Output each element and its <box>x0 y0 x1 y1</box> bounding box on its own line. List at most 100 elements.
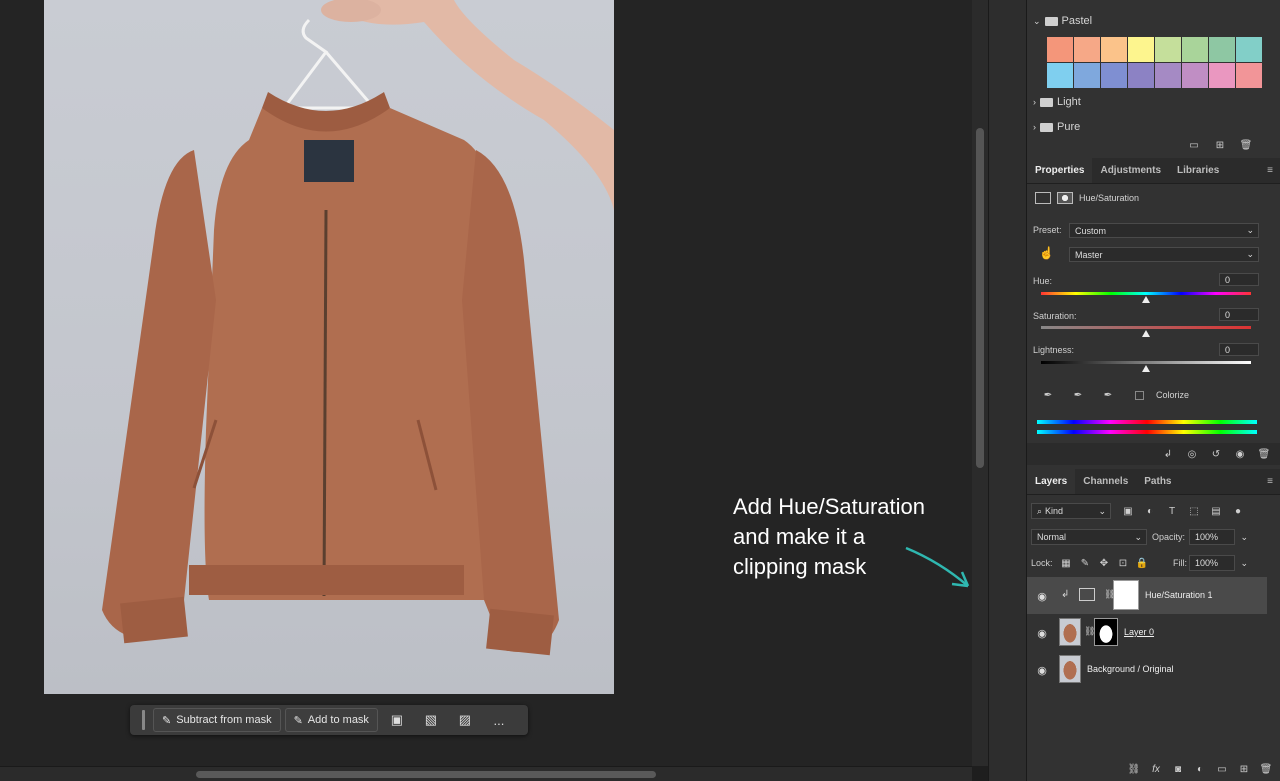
layer-filter-kind-dropdown[interactable]: ⌕ Kind ⌄ <box>1031 503 1111 519</box>
lock-transparency-icon[interactable]: ▦ <box>1057 554 1075 572</box>
visibility-eye-icon[interactable]: ◉ <box>1035 663 1049 677</box>
hue-input[interactable]: 0 <box>1219 273 1259 286</box>
color-swatch[interactable] <box>1182 63 1208 88</box>
layer-mask-icon[interactable] <box>1057 192 1073 204</box>
filter-type-icon[interactable]: T <box>1163 502 1181 520</box>
channel-dropdown[interactable]: Master ⌄ <box>1069 247 1259 262</box>
link-layers-icon[interactable]: ⛓ <box>1125 760 1143 778</box>
new-swatch-icon[interactable]: ⊞ <box>1211 136 1229 154</box>
visibility-eye-icon[interactable]: ◉ <box>1035 626 1049 640</box>
lightness-input[interactable]: 0 <box>1219 343 1259 356</box>
color-swatch[interactable] <box>1128 63 1154 88</box>
fx-icon[interactable]: fx <box>1147 760 1165 778</box>
lock-position-icon[interactable]: ✥ <box>1095 554 1113 572</box>
layer-thumbnail[interactable] <box>1059 655 1081 683</box>
tab-layers[interactable]: Layers <box>1027 468 1076 494</box>
add-to-mask-button[interactable]: ✎ Add to mask <box>284 708 378 732</box>
targeted-adjustment-hand-icon[interactable]: ☝ <box>1039 246 1054 260</box>
tab-channels[interactable]: Channels <box>1075 468 1136 494</box>
color-swatch[interactable] <box>1209 63 1235 88</box>
tab-properties[interactable]: Properties <box>1027 157 1093 183</box>
horizontal-scrollbar[interactable] <box>0 766 972 781</box>
tab-libraries[interactable]: Libraries <box>1169 157 1227 183</box>
filter-pixel-icon[interactable]: ▣ <box>1119 502 1137 520</box>
lock-all-icon[interactable]: 🔒 <box>1133 554 1151 572</box>
saturation-slider-thumb[interactable] <box>1142 330 1150 337</box>
color-swatch[interactable] <box>1074 37 1100 62</box>
filter-adjustment-icon[interactable]: ◐ <box>1141 502 1159 520</box>
trash-icon[interactable]: 🗑 <box>1257 760 1275 778</box>
trash-icon[interactable]: 🗑 <box>1237 136 1255 154</box>
color-swatch[interactable] <box>1128 37 1154 62</box>
tab-adjustments[interactable]: Adjustments <box>1092 157 1169 183</box>
hue-slider-track[interactable] <box>1041 292 1251 295</box>
lightness-slider-thumb[interactable] <box>1142 365 1150 372</box>
reset-icon[interactable]: ↺ <box>1207 445 1225 463</box>
add-mask-icon[interactable]: ◙ <box>1169 760 1187 778</box>
filter-toggle-icon[interactable]: ● <box>1229 502 1247 520</box>
color-swatch[interactable] <box>1047 63 1073 88</box>
color-swatch[interactable] <box>1074 63 1100 88</box>
new-group-icon[interactable]: ▭ <box>1185 136 1203 154</box>
tab-paths[interactable]: Paths <box>1136 468 1179 494</box>
saturation-slider-track[interactable] <box>1041 326 1251 329</box>
layer-mask-thumbnail[interactable] <box>1094 618 1118 646</box>
eyedropper-icon[interactable]: ✒ <box>1039 386 1057 404</box>
invert-mask-icon[interactable]: ▨ <box>450 708 480 732</box>
color-swatch[interactable] <box>1047 37 1073 62</box>
color-swatch[interactable] <box>1209 37 1235 62</box>
visibility-eye-icon[interactable]: ◉ <box>1035 589 1049 603</box>
new-adjustment-icon[interactable]: ◐ <box>1191 760 1209 778</box>
trash-icon[interactable]: 🗑 <box>1255 445 1273 463</box>
disable-mask-icon[interactable]: ▧ <box>416 708 446 732</box>
lightness-slider-track[interactable] <box>1041 361 1251 364</box>
saturation-input[interactable]: 0 <box>1219 308 1259 321</box>
swatch-folder-pure[interactable]: › Pure <box>1033 120 1273 134</box>
visibility-eye-icon[interactable]: ◉ <box>1231 445 1249 463</box>
vertical-scrollbar[interactable] <box>972 0 988 766</box>
color-swatch[interactable] <box>1101 37 1127 62</box>
fill-input[interactable]: 100% ⌄ <box>1189 555 1248 571</box>
new-group-icon[interactable]: ▭ <box>1213 760 1231 778</box>
color-swatch[interactable] <box>1155 37 1181 62</box>
colorize-checkbox[interactable] <box>1135 390 1144 400</box>
layer-mask-thumbnail[interactable] <box>1113 580 1139 610</box>
horizontal-scrollbar-thumb[interactable] <box>196 771 656 778</box>
view-previous-icon[interactable]: ◎ <box>1183 445 1201 463</box>
new-layer-icon[interactable]: ⊞ <box>1235 760 1253 778</box>
panel-menu-icon[interactable]: ≡ <box>1259 468 1280 494</box>
hue-slider-thumb[interactable] <box>1142 296 1150 303</box>
preset-dropdown[interactable]: Custom ⌄ <box>1069 223 1259 238</box>
color-swatch[interactable] <box>1236 37 1262 62</box>
mask-settings-icon[interactable]: ▣ <box>382 708 412 732</box>
color-swatch[interactable] <box>1155 63 1181 88</box>
clip-to-layer-icon[interactable]: ↲ <box>1159 445 1177 463</box>
vertical-scrollbar-thumb[interactable] <box>976 128 984 468</box>
color-swatch[interactable] <box>1182 37 1208 62</box>
folder-label: Pure <box>1057 121 1081 133</box>
layer-name[interactable]: Layer 0 <box>1124 627 1154 637</box>
layer-name[interactable]: Background / Original <box>1087 664 1174 674</box>
panel-menu-icon[interactable]: ≡ <box>1259 157 1280 183</box>
subtract-from-mask-button[interactable]: ✎ Subtract from mask <box>153 708 281 732</box>
layer-thumbnail[interactable] <box>1059 618 1081 646</box>
document-canvas[interactable]: Add Hue/Saturation and make it a clippin… <box>0 0 972 766</box>
opacity-input[interactable]: 100% ⌄ <box>1189 529 1248 545</box>
lock-image-icon[interactable]: ✎ <box>1076 554 1094 572</box>
lock-artboard-icon[interactable]: ⊡ <box>1114 554 1132 572</box>
color-swatch[interactable] <box>1101 63 1127 88</box>
swatch-folder-light[interactable]: › Light <box>1033 94 1273 110</box>
color-swatch[interactable] <box>1236 63 1262 88</box>
swatch-folder-pastel[interactable]: ⌄ Pastel <box>1033 13 1273 29</box>
layer-row-hue-saturation[interactable]: ◉ ↲ ⛓ Hue/Saturation 1 <box>1027 577 1267 614</box>
filter-smart-object-icon[interactable]: ▤ <box>1207 502 1225 520</box>
filter-shape-icon[interactable]: ⬚ <box>1185 502 1203 520</box>
blend-mode-dropdown[interactable]: Normal ⌄ <box>1031 529 1147 545</box>
eyedropper-minus-icon[interactable]: ✒ <box>1099 386 1117 404</box>
drag-handle[interactable] <box>142 710 145 730</box>
more-options-button[interactable]: ... <box>484 708 514 732</box>
layer-row-layer-0[interactable]: ◉ ⛓ Layer 0 <box>1027 614 1280 651</box>
layer-row-background[interactable]: ◉ Background / Original <box>1027 651 1280 688</box>
eyedropper-plus-icon[interactable]: ✒ <box>1069 386 1087 404</box>
layer-name[interactable]: Hue/Saturation 1 <box>1145 590 1213 600</box>
